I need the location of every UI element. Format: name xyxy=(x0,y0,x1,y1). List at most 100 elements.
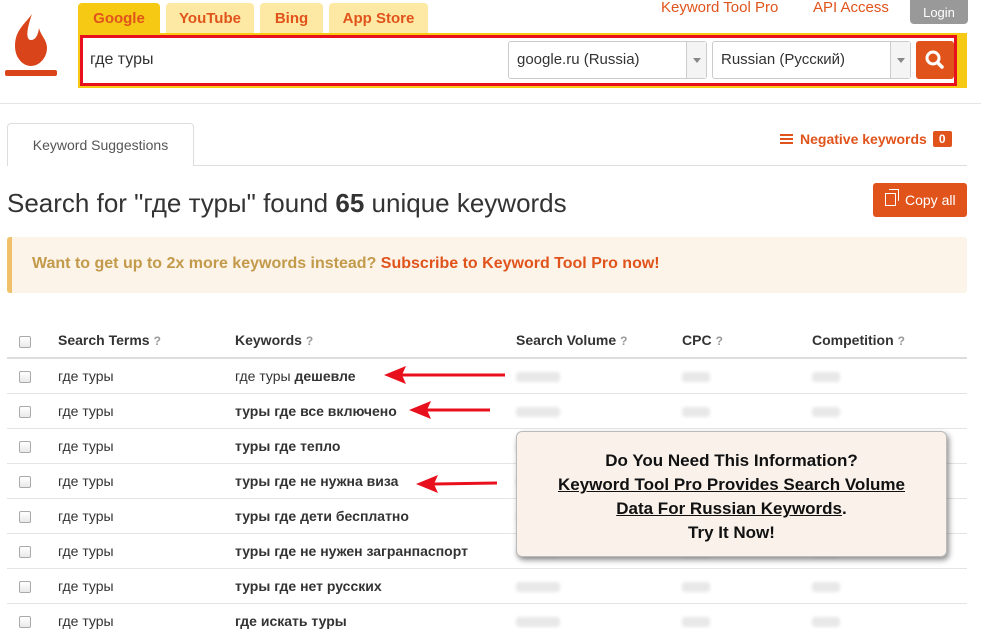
blurred-competition xyxy=(812,582,840,592)
search-term-cell: где туры xyxy=(58,543,114,559)
popup-link-line1[interactable]: Keyword Tool Pro Provides Search Volume xyxy=(517,473,946,497)
tab-youtube[interactable]: YouTube xyxy=(166,3,254,34)
help-icon[interactable]: ? xyxy=(716,334,723,348)
copy-all-label: Copy all xyxy=(905,192,956,208)
headline-prefix: Search for "где туры" found xyxy=(7,188,329,218)
header-cpc[interactable]: CPC? xyxy=(682,332,723,348)
negative-keywords-label: Negative keywords xyxy=(800,131,927,147)
keyword-bold-part: туры где тепло xyxy=(235,438,341,454)
popup-cta[interactable]: Try It Now! xyxy=(517,521,946,545)
keyword-cell[interactable]: туры где не нужен загранпаспорт xyxy=(235,543,468,559)
blurred-cpc xyxy=(682,407,710,417)
keyword-bold-part: туры где не нужна виза xyxy=(235,473,399,489)
tab-google[interactable]: Google xyxy=(78,3,160,34)
row-checkbox[interactable] xyxy=(19,406,31,418)
table-row: где туры где искать туры xyxy=(7,604,967,629)
annotation-arrow-icon xyxy=(409,401,490,419)
blurred-competition xyxy=(812,372,840,382)
keyword-bold-part: туры где нет русских xyxy=(235,578,382,594)
row-checkbox[interactable] xyxy=(19,476,31,488)
chevron-down-icon xyxy=(686,42,706,78)
header-competition[interactable]: Competition? xyxy=(812,332,905,348)
select-all-checkbox[interactable] xyxy=(19,336,31,348)
table-row: где туры туры где нет русских xyxy=(7,569,967,604)
results-headline: Search for "где туры" found 65 unique ke… xyxy=(7,188,567,219)
keyword-cell[interactable]: где искать туры xyxy=(235,613,347,629)
flame-logo-icon[interactable] xyxy=(5,12,57,78)
negative-keywords-count: 0 xyxy=(932,131,952,147)
tabs-divider xyxy=(193,165,967,166)
blurred-volume xyxy=(516,407,560,417)
blurred-volume xyxy=(516,372,560,382)
blurred-volume xyxy=(516,617,560,627)
header-search-volume[interactable]: Search Volume? xyxy=(516,332,627,348)
promo-banner: Want to get up to 2x more keywords inste… xyxy=(7,237,967,293)
keyword-cell[interactable]: туры где не нужна виза xyxy=(235,473,398,489)
row-checkbox[interactable] xyxy=(19,371,31,383)
blurred-volume xyxy=(516,582,560,592)
help-icon[interactable]: ? xyxy=(620,334,627,348)
search-term-cell: где туры xyxy=(58,368,114,384)
keyword-cell[interactable]: туры где нет русских xyxy=(235,578,382,594)
annotation-arrow-icon xyxy=(416,475,498,493)
search-term-cell: где туры xyxy=(58,438,114,454)
row-checkbox[interactable] xyxy=(19,511,31,523)
keyword-cell[interactable]: туры где тепло xyxy=(235,438,340,454)
negative-keywords-link[interactable]: Negative keywords 0 xyxy=(780,131,952,147)
headline-suffix: unique keywords xyxy=(371,188,567,218)
engine-select[interactable]: google.ru (Russia) xyxy=(508,41,707,79)
header-search-terms[interactable]: Search Terms? xyxy=(58,332,161,348)
row-checkbox[interactable] xyxy=(19,616,31,628)
keyword-cell[interactable]: туры где все включено xyxy=(235,403,397,419)
language-select-value: Russian (Русский) xyxy=(721,51,846,68)
results-count: 65 xyxy=(335,188,365,218)
search-term-cell: где туры xyxy=(58,613,114,629)
tab-keyword-suggestions[interactable]: Keyword Suggestions xyxy=(7,123,194,166)
engine-select-value: google.ru (Russia) xyxy=(517,51,640,68)
keyword-bold-part: туры где не нужен загранпаспорт xyxy=(235,543,468,559)
keyword-bold-part: туры где все включено xyxy=(235,403,397,419)
row-checkbox[interactable] xyxy=(19,546,31,558)
subscribe-link[interactable]: Subscribe to Keyword Tool Pro now! xyxy=(381,255,660,272)
row-checkbox[interactable] xyxy=(19,581,31,593)
row-checkbox[interactable] xyxy=(19,441,31,453)
keyword-tool-pro-link[interactable]: Keyword Tool Pro xyxy=(661,0,778,16)
keyword-bold-part: туры где дети бесплатно xyxy=(235,508,409,524)
search-term-cell: где туры xyxy=(58,473,114,489)
search-input[interactable] xyxy=(86,41,504,79)
help-icon[interactable]: ? xyxy=(306,334,313,348)
blurred-cpc xyxy=(682,582,710,592)
search-term-cell: где туры xyxy=(58,403,114,419)
search-icon xyxy=(925,50,944,69)
search-button[interactable] xyxy=(916,41,954,79)
popup-link-line2[interactable]: Data For Russian Keywords xyxy=(616,499,842,518)
search-term-cell: где туры xyxy=(58,578,114,594)
api-access-link[interactable]: API Access xyxy=(813,0,889,16)
popup-period: . xyxy=(842,499,847,518)
help-icon[interactable]: ? xyxy=(898,334,905,348)
engine-tabs: Google YouTube Bing App Store xyxy=(78,3,434,34)
copy-all-button[interactable]: Copy all xyxy=(873,183,967,217)
chevron-down-icon xyxy=(890,42,910,78)
search-term-cell: где туры xyxy=(58,508,114,524)
promo-question: Want to get up to 2x more keywords inste… xyxy=(32,255,377,272)
keyword-cell[interactable]: туры где дети бесплатно xyxy=(235,508,409,524)
blurred-cpc xyxy=(682,617,710,627)
help-icon[interactable]: ? xyxy=(154,334,161,348)
blurred-cpc xyxy=(682,372,710,382)
header-keywords[interactable]: Keywords? xyxy=(235,332,313,348)
blurred-competition xyxy=(812,407,840,417)
list-icon xyxy=(780,134,793,144)
tab-app-store[interactable]: App Store xyxy=(329,3,428,34)
tab-bing[interactable]: Bing xyxy=(260,3,323,34)
login-button[interactable]: Login xyxy=(910,0,968,24)
annotation-arrow-icon xyxy=(384,366,505,384)
blurred-competition xyxy=(812,617,840,627)
keyword-bold-part: дешевле xyxy=(294,368,356,384)
copy-icon xyxy=(885,189,899,206)
header-divider xyxy=(0,103,981,104)
pro-upsell-popup[interactable]: Do You Need This Information? Keyword To… xyxy=(516,431,947,557)
popup-title: Do You Need This Information? xyxy=(605,451,858,470)
keyword-cell[interactable]: где туры дешевле xyxy=(235,368,356,384)
language-select[interactable]: Russian (Русский) xyxy=(712,41,911,79)
